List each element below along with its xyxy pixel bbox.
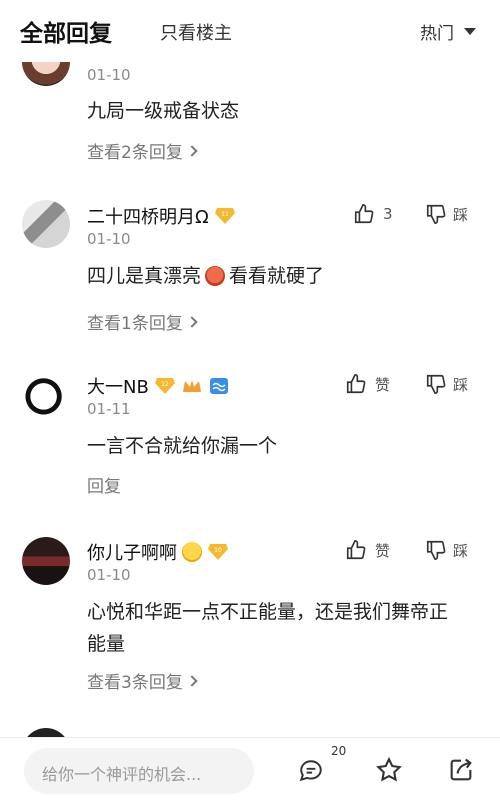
like-button[interactable]: 3 (353, 203, 393, 225)
username-text: 你儿子啊啊 (87, 543, 177, 564)
reply-link[interactable]: 回复 (87, 472, 121, 497)
star-icon[interactable] (375, 756, 403, 784)
avatar[interactable] (22, 200, 70, 248)
thumbs-down-icon (426, 374, 446, 394)
username-text: 大一NB (87, 377, 149, 398)
username[interactable]: 你儿子啊啊 10 (87, 539, 229, 565)
avatar[interactable] (22, 537, 70, 585)
kiss-face-emoji-icon (182, 542, 202, 562)
view-replies-label: 查看3条回复 (87, 673, 183, 693)
level-badge-icon: 11 (214, 208, 235, 224)
chevron-right-icon (186, 674, 198, 687)
comment-date: 01-10 (87, 230, 131, 248)
reply-label: 回复 (87, 477, 121, 497)
sort-label: 热门 (420, 24, 454, 44)
like-label: 赞 (375, 541, 391, 560)
thumbs-down-icon (426, 540, 446, 560)
view-replies-link[interactable]: 查看1条回复 (87, 309, 198, 334)
wave-badge-icon (209, 378, 228, 394)
comment-text-part2: 看看就硬了 (229, 265, 325, 287)
thumbs-up-icon (346, 374, 366, 394)
tab-all-replies[interactable]: 全部回复 (20, 14, 112, 48)
comment-text: 心悦和华距一点不正能量，还是我们舞帝正能量 (87, 601, 449, 655)
comment-icon[interactable] (298, 758, 324, 784)
username[interactable]: 二十四桥明月Ω 11 (87, 203, 236, 229)
dislike-button[interactable]: 踩 (425, 373, 468, 395)
chevron-right-icon (186, 144, 198, 157)
tab-op-only[interactable]: 只看楼主 (160, 19, 232, 45)
caret-down-icon (464, 28, 476, 35)
dislike-label: 踩 (453, 205, 469, 224)
dislike-button[interactable]: 踩 (425, 203, 468, 225)
angry-face-emoji-icon (205, 266, 226, 286)
level-badge-icon: 12 (154, 378, 175, 394)
comment-date: 01-10 (87, 566, 131, 584)
svg-text:12: 12 (161, 381, 169, 388)
username-text: 二十四桥明月Ω (87, 207, 209, 228)
comment-text: 九局一级戒备状态 (87, 100, 240, 122)
chevron-right-icon (186, 315, 198, 328)
view-replies-link[interactable]: 查看3条回复 (87, 668, 198, 693)
share-icon[interactable] (447, 756, 475, 784)
comment-date: 01-11 (87, 400, 131, 418)
view-replies-link[interactable]: 查看2条回复 (87, 138, 198, 163)
dislike-label: 踩 (453, 541, 469, 560)
svg-text:11: 11 (221, 211, 229, 218)
view-replies-label: 查看1条回复 (87, 314, 183, 334)
comment-input[interactable]: 给你一个神评的机会... (24, 748, 254, 794)
view-replies-label: 查看2条回复 (87, 143, 183, 163)
thumbs-down-icon (426, 204, 446, 224)
comments-header: 全部回复 只看楼主 热门 (0, 0, 500, 62)
comment-text-part1: 四儿是真漂亮 (87, 265, 202, 287)
comment-text: 一言不合就给你漏一个 (87, 435, 278, 457)
crown-badge-icon (182, 380, 201, 392)
like-button[interactable]: 赞 (345, 539, 390, 561)
like-button[interactable]: 赞 (345, 373, 390, 395)
avatar[interactable] (22, 370, 70, 418)
username[interactable]: 大一NB 12 (87, 373, 230, 399)
comment-feed: 01-10 九局一级戒备状态 查看2条回复 二十四桥明月Ω 11 01-10 四… (0, 0, 500, 805)
thumbs-up-icon (354, 204, 374, 224)
svg-text:10: 10 (214, 547, 222, 554)
comment-count: 20 (331, 744, 347, 758)
thumbs-up-icon (346, 540, 366, 560)
comment-text: 四儿是真漂亮 看看就硬了 (87, 260, 467, 292)
level-badge-icon: 10 (208, 544, 228, 560)
like-label: 赞 (375, 375, 391, 394)
sort-dropdown[interactable]: 热门 (420, 19, 476, 44)
comment-date: 01-10 (87, 66, 131, 84)
dislike-button[interactable]: 踩 (425, 539, 468, 561)
comment-bar: 给你一个神评的机会... 20 (0, 737, 500, 805)
like-count: 3 (383, 205, 393, 223)
dislike-label: 踩 (453, 375, 469, 394)
